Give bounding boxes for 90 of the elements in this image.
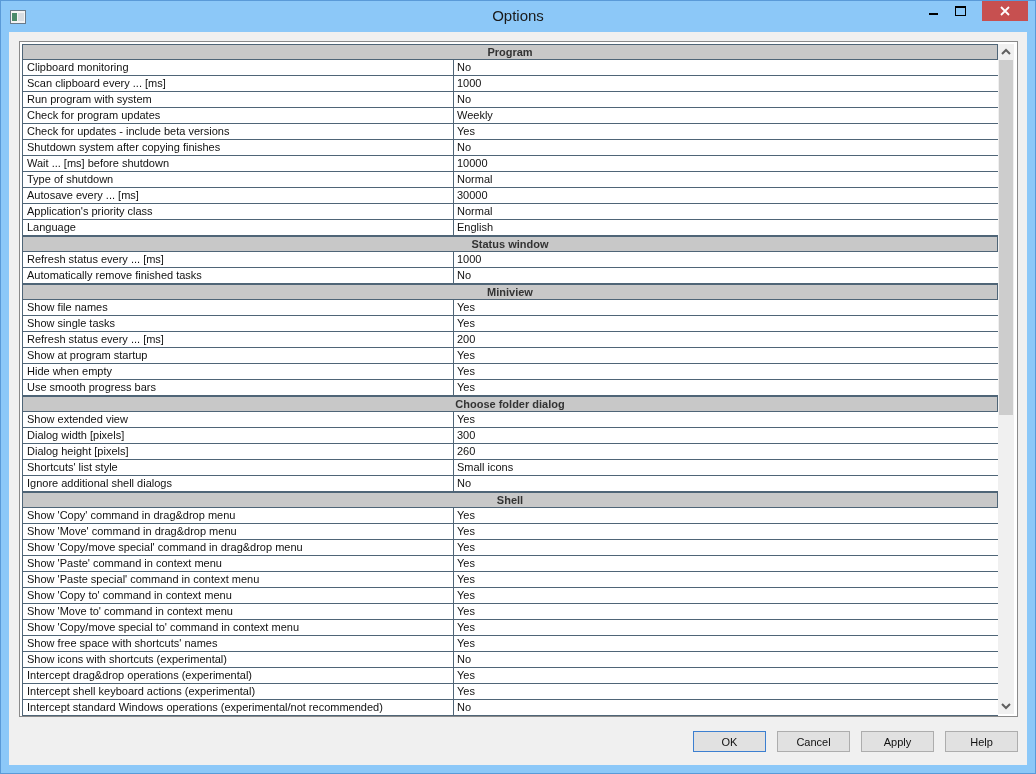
section-header: Choose folder dialog (22, 396, 998, 412)
option-name: Show 'Move' command in drag&drop menu (22, 524, 454, 539)
option-name: Show 'Move to' command in context menu (22, 604, 454, 619)
option-name: Intercept drag&drop operations (experimental) (22, 668, 454, 683)
option-name: Intercept standard Windows operations (experimental/not recommended) (22, 700, 454, 715)
dialog-button[interactable]: Cancel (777, 731, 850, 752)
option-value[interactable]: No (454, 60, 998, 75)
option-name: Wait ... [ms] before shutdown (22, 156, 454, 171)
option-value[interactable]: Normal (454, 172, 998, 187)
maximize-icon[interactable] (955, 6, 966, 16)
option-name: Use smooth progress bars (22, 380, 454, 395)
option-name: Automatically remove finished tasks (22, 268, 454, 283)
option-value[interactable]: 260 (454, 444, 998, 459)
option-value[interactable]: Yes (454, 124, 998, 139)
option-name: Intercept shell keyboard actions (experimental) (22, 684, 454, 699)
option-name: Show free space with shortcuts' names (22, 636, 454, 651)
dialog-button[interactable]: OK (693, 731, 766, 752)
option-name: Show single tasks (22, 316, 454, 331)
option-value[interactable]: Yes (454, 636, 998, 651)
option-name: Show at program startup (22, 348, 454, 363)
option-name: Show 'Copy' command in drag&drop menu (22, 508, 454, 523)
option-value[interactable]: 200 (454, 332, 998, 347)
option-name: Show 'Copy/move special to' command in context menu (22, 620, 454, 635)
option-name: Clipboard monitoring (22, 60, 454, 75)
option-name: Check for program updates (22, 108, 454, 123)
option-value[interactable]: Yes (454, 348, 998, 363)
window-title: Options (492, 7, 544, 24)
section-header: Status window (22, 236, 998, 252)
option-name: Show 'Copy/move special' command in drag&drop menu (22, 540, 454, 555)
section-header: Program (22, 44, 998, 60)
option-value[interactable]: 1000 (454, 76, 998, 91)
app-icon (10, 9, 26, 24)
option-name: Dialog width [pixels] (22, 428, 454, 443)
option-name: Scan clipboard every ... [ms] (22, 76, 454, 91)
option-value[interactable]: Yes (454, 572, 998, 587)
option-value[interactable]: Yes (454, 380, 998, 395)
option-name: Application's priority class (22, 204, 454, 219)
option-value[interactable]: Small icons (454, 460, 998, 475)
option-value[interactable]: 10000 (454, 156, 998, 171)
dialog-button[interactable]: Help (945, 731, 1018, 752)
option-value[interactable]: Yes (454, 684, 998, 699)
scrollbar-thumb[interactable] (999, 60, 1013, 415)
option-value[interactable]: Yes (454, 508, 998, 523)
option-value[interactable]: Yes (454, 604, 998, 619)
option-value[interactable]: Yes (454, 620, 998, 635)
option-value[interactable]: No (454, 140, 998, 155)
option-value[interactable]: No (454, 476, 998, 491)
option-name: Language (22, 220, 454, 235)
option-value[interactable]: Yes (454, 412, 998, 427)
section-header: Shell (22, 492, 998, 508)
option-value[interactable]: Yes (454, 316, 998, 331)
option-name: Ignore additional shell dialogs (22, 476, 454, 491)
option-name: Dialog height [pixels] (22, 444, 454, 459)
option-name: Show 'Copy to' command in context menu (22, 588, 454, 603)
close-button[interactable] (982, 1, 1028, 21)
option-value[interactable]: Weekly (454, 108, 998, 123)
option-name: Hide when empty (22, 364, 454, 379)
option-value[interactable]: Yes (454, 588, 998, 603)
option-name: Type of shutdown (22, 172, 454, 187)
option-value[interactable]: Yes (454, 668, 998, 683)
scrollbar[interactable] (998, 44, 1014, 714)
section-header: Miniview (22, 284, 998, 300)
option-value[interactable]: Yes (454, 364, 998, 379)
option-name: Refresh status every ... [ms] (22, 332, 454, 347)
option-value[interactable]: No (454, 268, 998, 283)
close-icon (1000, 6, 1010, 16)
option-name: Show file names (22, 300, 454, 315)
option-name: Show extended view (22, 412, 454, 427)
option-value[interactable]: Yes (454, 524, 998, 539)
option-value[interactable]: 30000 (454, 188, 998, 203)
option-value[interactable]: 1000 (454, 252, 998, 267)
option-value[interactable]: Yes (454, 300, 998, 315)
option-value[interactable]: Yes (454, 540, 998, 555)
option-value[interactable]: English (454, 220, 998, 235)
option-name: Refresh status every ... [ms] (22, 252, 454, 267)
option-value[interactable]: No (454, 652, 998, 667)
option-value[interactable]: No (454, 92, 998, 107)
option-value[interactable]: Normal (454, 204, 998, 219)
option-name: Show icons with shortcuts (experimental) (22, 652, 454, 667)
option-name: Run program with system (22, 92, 454, 107)
option-name: Autosave every ... [ms] (22, 188, 454, 203)
dialog-button[interactable]: Apply (861, 731, 934, 752)
option-name: Shortcuts' list style (22, 460, 454, 475)
option-name: Show 'Paste special' command in context menu (22, 572, 454, 587)
option-name: Shutdown system after copying finishes (22, 140, 454, 155)
option-name: Show 'Paste' command in context menu (22, 556, 454, 571)
option-value[interactable]: 300 (454, 428, 998, 443)
option-value[interactable]: No (454, 700, 998, 715)
option-name: Check for updates - include beta versions (22, 124, 454, 139)
option-value[interactable]: Yes (454, 556, 998, 571)
